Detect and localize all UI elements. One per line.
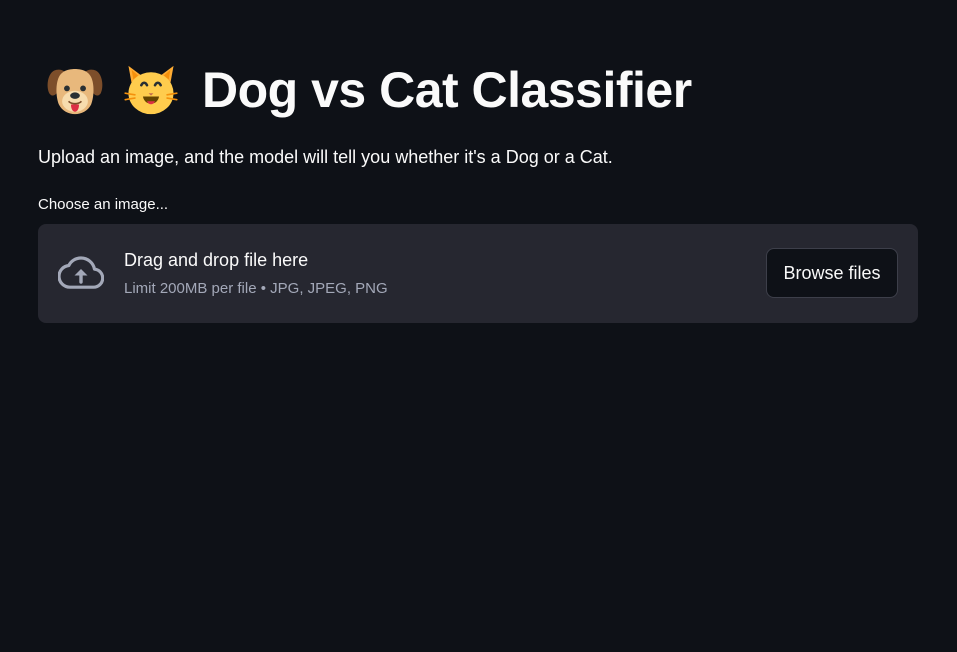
cloud-upload-icon — [58, 256, 104, 289]
page-header: Dog vs Cat Classifier — [38, 54, 918, 126]
dropzone-instructions: Drag and drop file here Limit 200MB per … — [124, 248, 388, 299]
file-uploader-label: Choose an image... — [38, 196, 169, 213]
dog-face-icon — [47, 69, 103, 115]
file-dropzone[interactable]: Drag and drop file here Limit 200MB per … — [38, 224, 918, 323]
main-content: Dog vs Cat Classifier Upload an image, a… — [38, 54, 918, 323]
file-limit-text: Limit 200MB per file • JPG, JPEG, PNG — [124, 280, 388, 297]
browse-files-button[interactable]: Browse files — [766, 248, 898, 298]
app-root: Dog vs Cat Classifier Upload an image, a… — [0, 0, 957, 652]
page-title: Dog vs Cat Classifier — [202, 62, 692, 118]
cat-face-icon — [124, 65, 178, 115]
page-description: Upload an image, and the model will tell… — [38, 147, 613, 167]
drag-drop-text: Drag and drop file here — [124, 250, 309, 270]
